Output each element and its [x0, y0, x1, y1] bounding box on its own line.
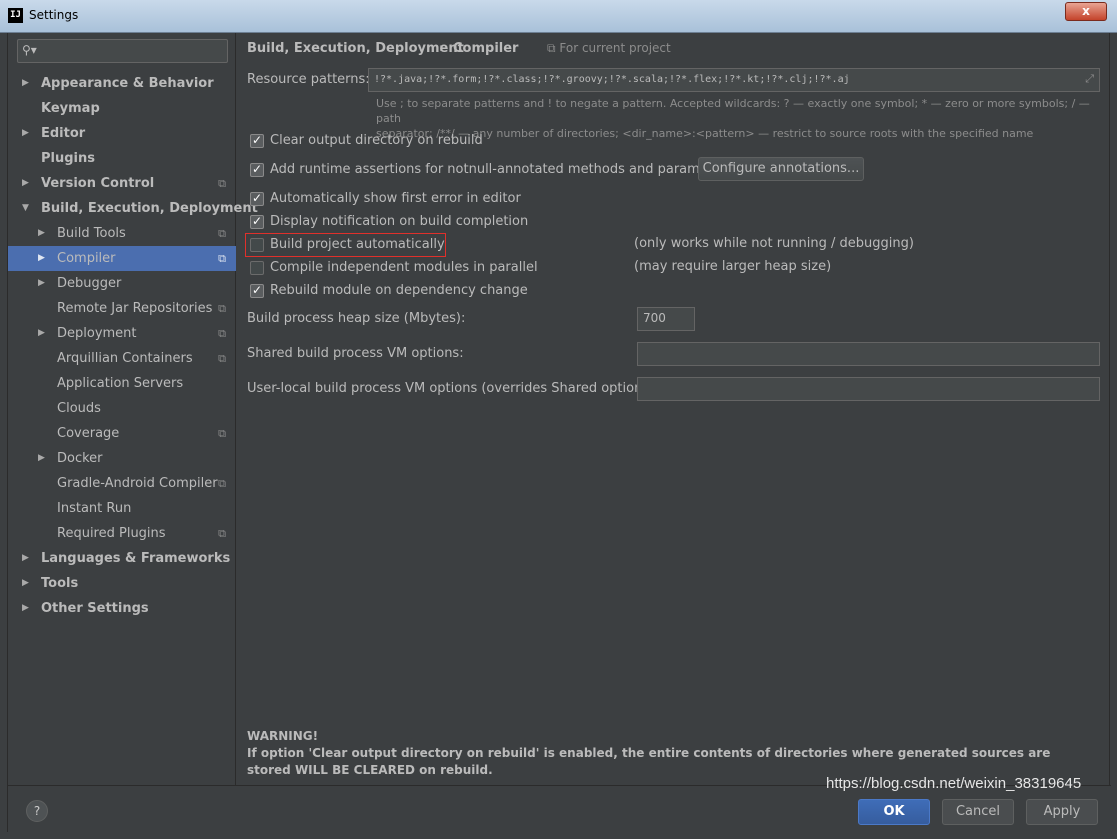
compile-parallel-label: Compile independent modules in parallel: [270, 260, 538, 275]
sidebar-item-languages-frameworks[interactable]: ▶ Languages & Frameworks: [8, 546, 236, 571]
sidebar-item-compiler[interactable]: ▶ Compiler ⧉: [8, 246, 236, 271]
resource-patterns-value: !?*.java;!?*.form;!?*.class;!?*.groovy;!…: [374, 74, 850, 85]
project-scope-icon: ⧉: [218, 252, 226, 265]
project-scope-text: For current project: [559, 41, 671, 55]
close-button[interactable]: x: [1065, 2, 1107, 21]
sidebar-item-keymap[interactable]: Keymap: [8, 96, 236, 121]
compile-parallel-note: (may require larger heap size): [634, 259, 832, 274]
window-title: Settings: [29, 8, 79, 22]
project-scope-icon: ⧉: [218, 177, 226, 190]
chevron-right-icon: ▶: [22, 128, 29, 138]
chevron-right-icon: ▶: [22, 178, 29, 188]
search-icon: ⚲▾: [22, 43, 37, 57]
dialog-footer: ? OK Cancel Apply: [8, 785, 1111, 832]
project-scope-icon: ⧉: [218, 352, 226, 365]
sidebar-item-instant-run[interactable]: Instant Run: [8, 496, 236, 521]
sidebar-item-version-control[interactable]: ▶ Version Control ⧉: [8, 171, 236, 196]
warning-body: If option 'Clear output directory on reb…: [247, 746, 1051, 777]
settings-dialog: ⚲▾ ▶ Appearance & Behavior Keymap ▶ Edit…: [7, 33, 1111, 832]
display-notification-checkbox[interactable]: ✓: [250, 215, 264, 229]
chevron-right-icon: ▶: [38, 453, 45, 463]
shared-vm-options-label: Shared build process VM options:: [247, 346, 464, 361]
runtime-assertions-checkbox[interactable]: ✓: [250, 163, 264, 177]
sidebar-item-deployment[interactable]: ▶ Deployment ⧉: [8, 321, 236, 346]
shared-vm-options-field[interactable]: [637, 342, 1100, 366]
sidebar-item-arquillian-containers[interactable]: Arquillian Containers ⧉: [8, 346, 236, 371]
warning-message: WARNING! If option 'Clear output directo…: [247, 728, 1097, 779]
search-input[interactable]: ⚲▾: [17, 39, 228, 63]
build-automatically-checkbox[interactable]: [250, 238, 264, 252]
chevron-right-icon: ▶: [38, 328, 45, 338]
sidebar-item-tools[interactable]: ▶ Tools: [8, 571, 236, 596]
expand-icon[interactable]: ⤢: [1085, 72, 1094, 86]
sidebar-item-build-tools[interactable]: ▶ Build Tools ⧉: [8, 221, 236, 246]
user-vm-options-label: User-local build process VM options (ove…: [247, 381, 659, 396]
rebuild-module-checkbox[interactable]: ✓: [250, 284, 264, 298]
project-scope-icon: ⧉: [218, 527, 226, 540]
show-first-error-checkbox[interactable]: ✓: [250, 192, 264, 206]
resource-patterns-field[interactable]: !?*.java;!?*.form;!?*.class;!?*.groovy;!…: [368, 68, 1100, 92]
chevron-right-icon: ▶: [22, 578, 29, 588]
sidebar-item-editor[interactable]: ▶ Editor: [8, 121, 236, 146]
display-notification-label: Display notification on build completion: [270, 214, 529, 229]
help-button[interactable]: ?: [26, 800, 48, 822]
project-scope-label: ⧉ For current project: [547, 41, 671, 56]
show-first-error-label: Automatically show first error in editor: [270, 191, 521, 206]
sidebar-item-coverage[interactable]: Coverage ⧉: [8, 421, 236, 446]
compiler-settings-panel: Build, Execution, Deployment › Compiler …: [237, 33, 1111, 785]
clear-output-label: Clear output directory on rebuild: [270, 133, 483, 148]
project-scope-icon: ⧉: [218, 477, 226, 490]
hint-line-2: separator; /**/ — any number of director…: [376, 127, 1034, 140]
user-vm-options-field[interactable]: [637, 377, 1100, 401]
chevron-right-icon: ▶: [22, 553, 29, 563]
build-automatically-note: (only works while not running / debuggin…: [634, 236, 914, 251]
sidebar-item-other-settings[interactable]: ▶ Other Settings: [8, 596, 236, 621]
sidebar-item-required-plugins[interactable]: Required Plugins ⧉: [8, 521, 236, 546]
project-scope-icon: ⧉: [218, 302, 226, 315]
breadcrumb-separator: ›: [439, 41, 445, 56]
cancel-button[interactable]: Cancel: [942, 799, 1014, 825]
ok-button[interactable]: OK: [858, 799, 930, 825]
clear-output-checkbox[interactable]: ✓: [250, 134, 264, 148]
sidebar-item-docker[interactable]: ▶ Docker: [8, 446, 236, 471]
sidebar-item-gradle-android-compiler[interactable]: Gradle-Android Compiler ⧉: [8, 471, 236, 496]
resource-patterns-label: Resource patterns:: [247, 72, 370, 87]
sidebar-item-application-servers[interactable]: Application Servers: [8, 371, 236, 396]
project-scope-icon: ⧉: [218, 427, 226, 440]
project-scope-icon: ⧉: [218, 327, 226, 340]
sidebar-item-appearance[interactable]: ▶ Appearance & Behavior: [8, 71, 236, 96]
watermark: https://blog.csdn.net/weixin_38319645: [826, 775, 1082, 792]
settings-sidebar: ⚲▾ ▶ Appearance & Behavior Keymap ▶ Edit…: [8, 33, 258, 785]
apply-button[interactable]: Apply: [1026, 799, 1098, 825]
chevron-right-icon: ▶: [38, 278, 45, 288]
configure-annotations-button[interactable]: Configure annotations...: [698, 157, 864, 181]
chevron-right-icon: ▶: [38, 253, 45, 263]
page-title: Compiler: [453, 41, 519, 56]
intellij-icon: IJ: [8, 8, 23, 23]
compile-parallel-checkbox[interactable]: [250, 261, 264, 275]
rebuild-module-label: Rebuild module on dependency change: [270, 283, 528, 298]
chevron-right-icon: ▶: [22, 78, 29, 88]
sidebar-item-debugger[interactable]: ▶ Debugger: [8, 271, 236, 296]
sidebar-item-remote-jar-repositories[interactable]: Remote Jar Repositories ⧉: [8, 296, 236, 321]
project-scope-icon: ⧉: [547, 41, 560, 55]
chevron-right-icon: ▶: [22, 603, 29, 613]
warning-title: WARNING!: [247, 729, 319, 743]
heap-size-label: Build process heap size (Mbytes):: [247, 311, 466, 326]
hint-line-1: Use ; to separate patterns and ! to nega…: [376, 97, 1090, 125]
sidebar-item-build-execution-deployment[interactable]: ▼ Build, Execution, Deployment: [8, 196, 258, 221]
resource-patterns-hint: Use ; to separate patterns and ! to nega…: [376, 96, 1096, 141]
chevron-right-icon: ▶: [38, 228, 45, 238]
project-scope-icon: ⧉: [218, 227, 226, 240]
breadcrumb-parent[interactable]: Build, Execution, Deployment: [247, 41, 464, 56]
chevron-down-icon: ▼: [22, 203, 29, 213]
build-automatically-label: Build project automatically: [270, 237, 445, 252]
window-titlebar: IJ Settings x: [0, 0, 1117, 33]
heap-size-value: 700: [643, 311, 666, 325]
sidebar-item-clouds[interactable]: Clouds: [8, 396, 236, 421]
sidebar-item-plugins[interactable]: Plugins: [8, 146, 236, 171]
runtime-assertions-label: Add runtime assertions for notnull-annot…: [270, 162, 734, 177]
heap-size-field[interactable]: 700: [637, 307, 695, 331]
